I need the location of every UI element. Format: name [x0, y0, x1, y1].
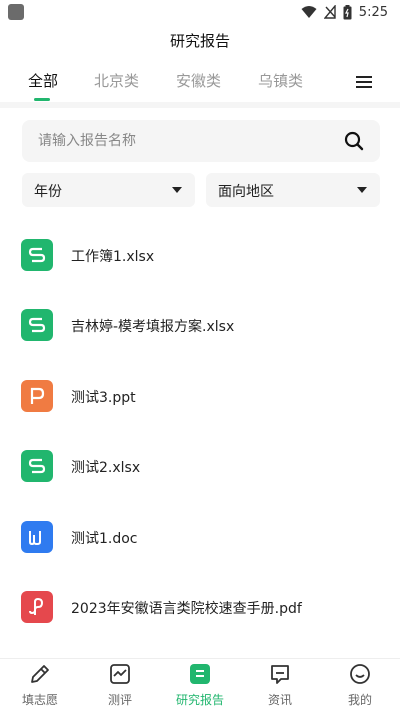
search-input[interactable] — [38, 120, 338, 162]
nav-label: 资讯 — [267, 693, 292, 707]
tab-anhui[interactable]: 安徽类 — [176, 70, 221, 91]
nav-label: 填志愿 — [21, 693, 58, 707]
nav-label: 测评 — [107, 693, 132, 707]
nav-label: 研究报告 — [175, 693, 224, 707]
category-tabs: 全部 北京类 安徽类 乌镇类 — [0, 64, 400, 104]
presentation-icon — [21, 380, 53, 412]
status-bar: 5:25 — [0, 0, 400, 24]
bottom-nav: 填志愿 测评 研究报告 资讯 我的 — [0, 658, 400, 712]
spreadsheet-icon — [21, 309, 53, 341]
year-filter-label: 年份 — [34, 184, 62, 200]
active-tab-indicator — [34, 98, 50, 101]
chart-icon — [110, 664, 130, 684]
nav-fill-volunteer[interactable]: 填志愿 — [0, 659, 80, 712]
pdf-icon — [21, 591, 53, 623]
menu-icon[interactable] — [354, 72, 374, 92]
list-item[interactable]: 吉林婷-模考填报方案.xlsx — [0, 295, 400, 355]
chevron-down-icon — [357, 187, 367, 193]
wifi-icon — [301, 6, 317, 18]
list-item[interactable]: 测试2.xlsx — [0, 436, 400, 496]
nav-label: 我的 — [347, 693, 372, 707]
document-icon — [21, 521, 53, 553]
chevron-down-icon — [172, 187, 182, 193]
app-notification-icon — [8, 4, 24, 20]
smile-icon — [350, 664, 370, 684]
search-bar — [22, 120, 380, 162]
region-filter-label: 面向地区 — [218, 184, 274, 200]
region-filter[interactable]: 面向地区 — [206, 173, 380, 207]
page-title: 研究报告 — [169, 32, 230, 50]
battery-icon — [343, 4, 352, 19]
file-name: 工作簿1.xlsx — [71, 249, 155, 265]
list-item[interactable]: 2023年安徽语言类院校速查手册.pdf — [0, 577, 400, 637]
report-icon — [190, 664, 210, 684]
tab-all[interactable]: 全部 — [28, 70, 58, 91]
year-filter[interactable]: 年份 — [22, 173, 195, 207]
list-item[interactable]: 工作簿1.xlsx — [0, 225, 400, 285]
file-name: 2023年安徽语言类院校速查手册.pdf — [71, 601, 302, 617]
list-item[interactable]: 测试3.ppt — [0, 366, 400, 426]
spreadsheet-icon — [21, 239, 53, 271]
tab-wuzhen[interactable]: 乌镇类 — [258, 70, 303, 91]
nav-research-report[interactable]: 研究报告 — [160, 659, 240, 712]
nav-news[interactable]: 资讯 — [240, 659, 320, 712]
search-icon[interactable] — [344, 131, 364, 151]
pencil-icon — [31, 665, 49, 683]
nav-assessment[interactable]: 测评 — [80, 659, 160, 712]
file-name: 测试1.doc — [71, 531, 138, 547]
file-name: 测试2.xlsx — [71, 460, 141, 476]
file-name: 测试3.ppt — [71, 390, 136, 406]
list-item[interactable]: 测试1.doc — [0, 507, 400, 567]
file-name: 吉林婷-模考填报方案.xlsx — [71, 319, 235, 335]
message-icon — [271, 665, 289, 684]
tab-beijing[interactable]: 北京类 — [94, 70, 139, 91]
nav-profile[interactable]: 我的 — [320, 659, 400, 712]
status-icons: 5:25 — [301, 3, 388, 21]
no-signal-icon — [323, 5, 336, 19]
spreadsheet-icon — [21, 450, 53, 482]
status-time: 5:25 — [358, 4, 388, 20]
tabs-divider — [0, 102, 400, 108]
